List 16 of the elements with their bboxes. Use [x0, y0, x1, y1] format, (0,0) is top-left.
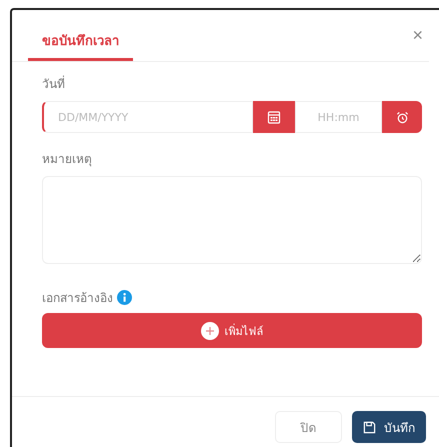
- dialog-tab[interactable]: ขอบันทึกเวลา: [28, 24, 133, 61]
- clock-button[interactable]: [382, 101, 422, 133]
- date-input[interactable]: DD/MM/YYYY: [42, 101, 253, 133]
- remark-label: หมายเหตุ: [42, 151, 93, 168]
- attachment-label: เอกสารอ้างอิง: [42, 290, 113, 307]
- calendar-button[interactable]: [253, 101, 295, 133]
- date-label: วันที่: [42, 74, 66, 93]
- close-dialog-button[interactable]: ปิด: [275, 411, 342, 443]
- save-button[interactable]: บันทึก: [352, 411, 426, 443]
- calendar-icon: [267, 110, 281, 124]
- alarm-clock-icon: [396, 110, 408, 124]
- plus-circle-icon: [200, 322, 218, 340]
- time-input[interactable]: HH:mm: [295, 101, 382, 133]
- add-file-button[interactable]: เพิ่มไฟล์: [42, 313, 422, 348]
- close-button[interactable]: ×: [412, 26, 423, 44]
- info-icon: [117, 290, 132, 305]
